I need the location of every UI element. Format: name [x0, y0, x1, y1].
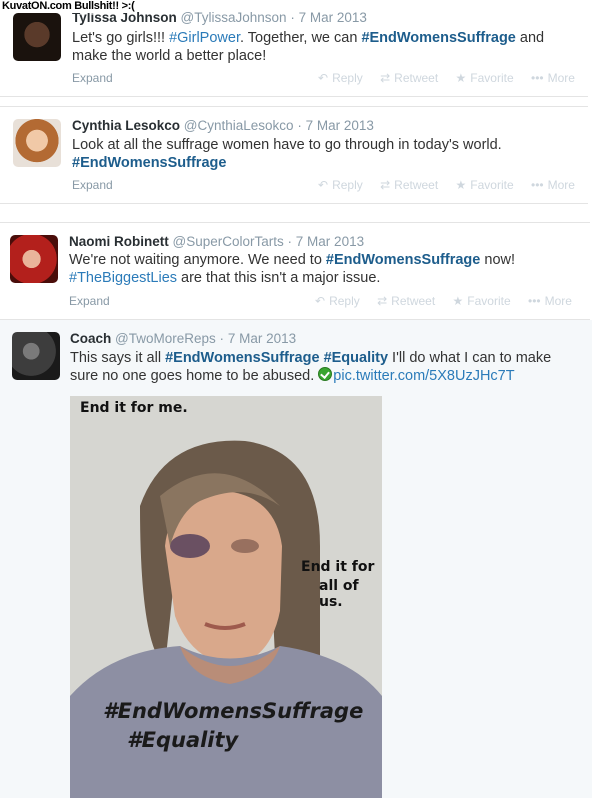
tweet-date[interactable]: 7 Mar 2013 [306, 118, 374, 133]
tweet-actions: ↶ Reply ⇄ Retweet ★ Favorite ••• More [318, 71, 575, 85]
tweet-3[interactable]: Naomi Robinett @SuperColorTarts · 7 Mar … [0, 222, 590, 320]
reply-button[interactable]: ↶ Reply [318, 178, 363, 192]
retweet-icon: ⇄ [380, 178, 391, 192]
avatar[interactable] [13, 119, 61, 167]
avatar[interactable] [13, 13, 61, 61]
expand-link[interactable]: Expand [72, 71, 113, 85]
author-handle[interactable]: @SuperColorTarts [173, 234, 284, 249]
watermark-text: KuvatON.com Bullshit!! >:( [0, 0, 137, 13]
more-button[interactable]: ••• More [528, 294, 572, 308]
star-icon: ★ [452, 294, 464, 308]
favorite-button[interactable]: ★ Favorite [453, 294, 511, 308]
retweet-icon: ⇄ [377, 294, 388, 308]
reply-icon: ↶ [315, 294, 326, 308]
tweet-2[interactable]: Cynthia Lesokco @CynthiaLesokco · 7 Mar … [0, 106, 588, 204]
retweet-button[interactable]: ⇄ Retweet [377, 294, 435, 308]
reply-button[interactable]: ↶ Reply [315, 294, 360, 308]
retweet-button[interactable]: ⇄ Retweet [380, 178, 438, 192]
more-button[interactable]: ••• More [531, 71, 575, 85]
author-name[interactable]: Naomi Robinett [69, 234, 169, 249]
tweet-1[interactable]: Tylissa Johnson @TylissaJohnson · 7 Mar … [0, 0, 588, 97]
photo-caption-top: End it for me. [80, 400, 188, 416]
tweet-text: We're not waiting anymore. We need to #E… [69, 252, 516, 286]
star-icon: ★ [455, 71, 467, 85]
favorite-button[interactable]: ★ Favorite [456, 71, 514, 85]
reply-button[interactable]: ↶ Reply [318, 71, 363, 85]
hashtag-link[interactable]: #GirlPower [169, 30, 240, 46]
more-button[interactable]: ••• More [531, 178, 575, 192]
more-icon: ••• [528, 294, 541, 308]
hashtag-link[interactable]: #EndWomensSuffrage [361, 30, 515, 46]
author-name[interactable]: Cynthia Lesokco [72, 118, 180, 133]
tweet-date[interactable]: 7 Mar 2013 [296, 234, 364, 249]
favorite-button[interactable]: ★ Favorite [456, 178, 514, 192]
pic-link[interactable]: pic.twitter.com/5X8UzJHc7T [333, 368, 514, 384]
tweet-text: Look at all the suffrage women have to g… [72, 137, 502, 171]
hashtag-link[interactable]: #EndWomensSuffrage [72, 155, 226, 171]
more-icon: ••• [531, 178, 544, 192]
tweet-date[interactable]: 7 Mar 2013 [299, 10, 367, 25]
tweet-text: Let's go girls!!! #GirlPower. Together, … [72, 30, 545, 64]
reply-icon: ↶ [318, 178, 329, 192]
photo-caption-side-1: End it for [301, 559, 375, 575]
author-handle[interactable]: @TwoMoreReps [115, 331, 216, 346]
reply-icon: ↶ [318, 71, 329, 85]
hashtag-link[interactable]: #Equality [324, 350, 388, 366]
photo-hashtag-2: #Equality [127, 728, 239, 752]
author-name[interactable]: Coach [70, 331, 111, 346]
hashtag-link[interactable]: #EndWomensSuffrage [165, 350, 319, 366]
hashtag-link[interactable]: #TheBiggestLies [69, 270, 177, 286]
more-icon: ••• [531, 71, 544, 85]
author-handle[interactable]: @CynthiaLesokco [184, 118, 294, 133]
tweet-text: This says it all #EndWomensSuffrage #Equ… [70, 350, 552, 384]
tweet-actions: ↶ Reply ⇄ Retweet ★ Favorite ••• More [315, 294, 572, 308]
tweet-actions: ↶ Reply ⇄ Retweet ★ Favorite ••• More [318, 178, 575, 192]
hashtag-link[interactable]: #EndWomensSuffrage [326, 252, 480, 268]
photo-hashtag-1: #EndWomensSuffrage [103, 699, 364, 723]
retweet-button[interactable]: ⇄ Retweet [380, 71, 438, 85]
photo-caption-side-2: all of us. [319, 578, 359, 610]
tweet-date[interactable]: 7 Mar 2013 [228, 331, 296, 346]
retweet-icon: ⇄ [380, 71, 391, 85]
expand-link[interactable]: Expand [69, 294, 110, 308]
expand-link[interactable]: Expand [72, 178, 113, 192]
tweet-photo[interactable]: End it for me. End it for all of us. #En… [70, 396, 382, 798]
author-handle[interactable]: @TylissaJohnson [181, 10, 287, 25]
avatar[interactable] [10, 235, 58, 283]
avatar[interactable] [12, 332, 60, 380]
star-icon: ★ [455, 178, 467, 192]
check-icon [318, 367, 333, 381]
